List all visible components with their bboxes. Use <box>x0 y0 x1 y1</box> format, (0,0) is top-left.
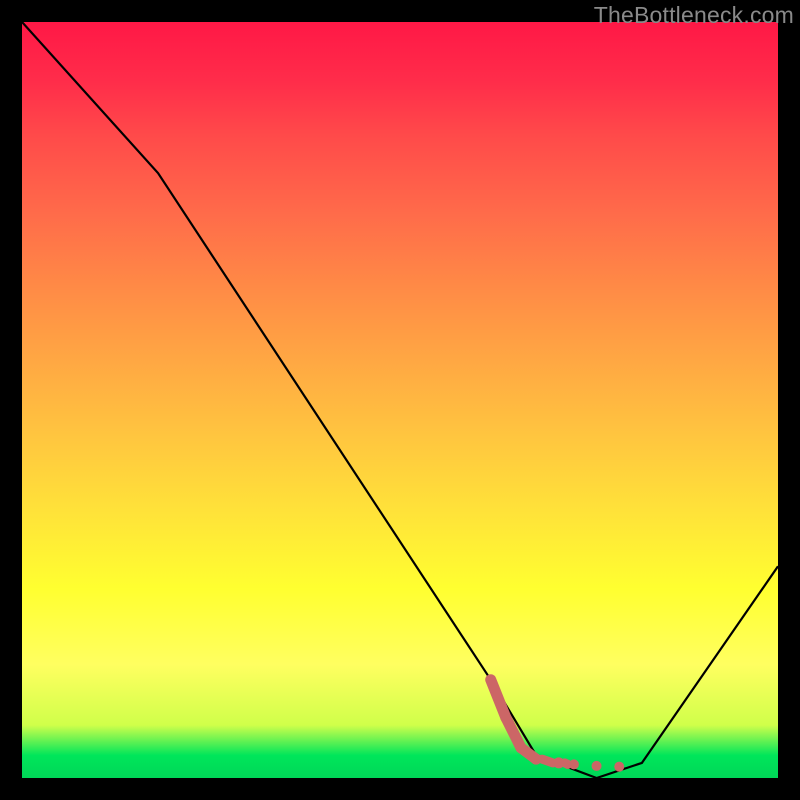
curve-line <box>22 22 778 778</box>
highlight-dash <box>565 763 568 765</box>
highlight-stroke <box>491 680 506 718</box>
highlight-markers <box>491 680 625 772</box>
highlight-dot <box>592 761 602 771</box>
chart-overlay <box>22 22 778 778</box>
highlight-dot <box>614 762 624 772</box>
highlight-dash <box>542 759 553 763</box>
